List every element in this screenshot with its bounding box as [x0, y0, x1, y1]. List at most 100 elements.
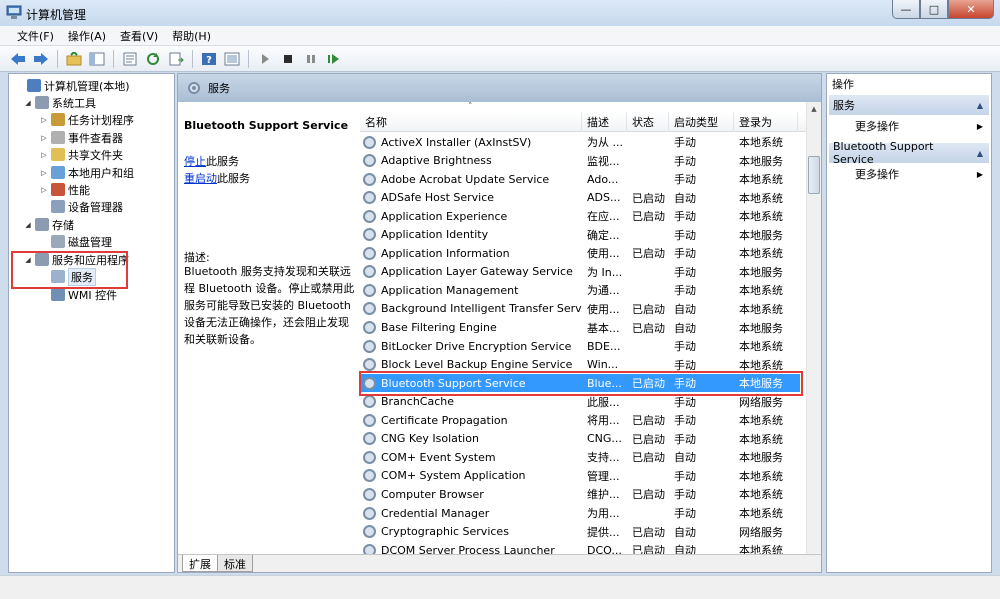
pause-service-icon[interactable]	[301, 49, 321, 69]
toolbar-separator	[192, 49, 193, 68]
up-folder-icon[interactable]	[64, 49, 84, 69]
tree-node-2[interactable]: ▷ 任务计划程序	[39, 111, 134, 128]
table-row[interactable]: Credential Manager 为用... 手动 本地系统	[360, 504, 800, 522]
table-row[interactable]: Bluetooth Support Service Blue... 已启动 手动 本地服…	[360, 374, 800, 393]
properties-icon[interactable]	[120, 49, 140, 69]
expander-icon[interactable]: ▷	[39, 186, 49, 194]
table-row[interactable]: Application Experience 在应... 已启动 手动 本地系统	[360, 207, 800, 225]
actions-section-bluetooth[interactable]: Bluetooth Support Service ▲	[829, 140, 989, 166]
table-row[interactable]: Block Level Backup Engine Service Win... 手…	[360, 356, 800, 374]
menu-help[interactable]: 帮助(H)	[165, 28, 218, 44]
more-actions-bluetooth[interactable]: 更多操作 ▶	[855, 165, 989, 183]
export-list-icon[interactable]	[166, 49, 186, 69]
table-row[interactable]: Adaptive Brightness 监视... 手动 本地服务	[360, 152, 800, 170]
column-header-2[interactable]: 状态	[627, 112, 669, 132]
service-gear-icon	[363, 395, 376, 409]
table-row[interactable]: Background Intelligent Transfer Serv... 使…	[360, 300, 800, 318]
expander-icon[interactable]: ◢	[23, 221, 33, 229]
restart-service-icon[interactable]	[324, 49, 344, 69]
scrollbar-thumb[interactable]	[808, 156, 820, 194]
table-row[interactable]: Cryptographic Services 提供... 已启动 自动 网络服务	[360, 523, 800, 541]
table-row[interactable]: Application Identity 确定... 手动 本地服务	[360, 226, 800, 244]
back-icon[interactable]	[8, 49, 28, 69]
expander-icon[interactable]: ▷	[39, 116, 49, 124]
cell-log-on-as: 本地系统	[739, 210, 783, 224]
tree-node-1[interactable]: ◢ 系统工具	[23, 94, 96, 111]
help-icon[interactable]: ?	[199, 49, 219, 69]
refresh-icon[interactable]	[143, 49, 163, 69]
cell-startup-type: 手动	[674, 507, 696, 520]
tree-node-9[interactable]: 磁盘管理	[39, 233, 112, 250]
stop-service-link[interactable]: 停止	[184, 155, 206, 168]
cell-startup-type: 自动	[674, 451, 696, 465]
table-row[interactable]: ADSafe Host Service ADS... 已启动 自动 本地系统	[360, 189, 800, 207]
column-header-4[interactable]: 登录为	[734, 112, 798, 132]
menu-file[interactable]: 文件(F)	[10, 28, 61, 44]
tree-node-label: 磁盘管理	[68, 235, 112, 249]
service-gear-icon	[363, 432, 376, 446]
table-row[interactable]: ActiveX Installer (AxInstSV) 为从 ... 手动 本地系统	[360, 133, 800, 151]
table-row[interactable]: COM+ System Application 管理... 手动 本地系统	[360, 467, 800, 485]
table-row[interactable]: DCOM Server Process Launcher DCO... 已启动 自动 本…	[360, 541, 800, 554]
cell-description: 为从 ...	[587, 136, 623, 149]
restart-service-link[interactable]: 重启动	[184, 172, 217, 185]
console-tree-icon[interactable]	[222, 49, 242, 69]
scroll-up-icon[interactable]: ▲	[807, 102, 821, 117]
table-row[interactable]: Base Filtering Engine 基本... 已启动 自动 本地服务	[360, 319, 800, 337]
table-row[interactable]: Certificate Propagation 将用... 已启动 手动 本地系统	[360, 411, 800, 429]
table-row[interactable]: Computer Browser 维护... 已启动 手动 本地系统	[360, 485, 800, 503]
close-button[interactable]: ✕	[948, 0, 994, 19]
minimize-button[interactable]: —	[892, 0, 920, 19]
list-header: 名称 描述 状态 启动类型 登录为	[360, 112, 806, 132]
menu-action[interactable]: 操作(A)	[61, 28, 113, 44]
cell-description: 此服...	[587, 395, 620, 409]
collapse-icon[interactable]: ▲	[977, 101, 983, 110]
table-row[interactable]: Adobe Acrobat Update Service Ado... 手动 本地系统	[360, 170, 800, 188]
tree-node-0[interactable]: 计算机管理(本地)	[15, 77, 130, 94]
tree-node-5[interactable]: ▷ 本地用户和组	[39, 164, 134, 181]
service-gear-icon	[363, 321, 376, 334]
tree-node-12[interactable]: WMI 控件	[39, 286, 117, 303]
forward-icon[interactable]	[31, 49, 51, 69]
tree-node-10[interactable]: ◢ 服务和应用程序	[23, 251, 129, 268]
expander-icon[interactable]: ◢	[23, 99, 33, 107]
menu-view[interactable]: 查看(V)	[113, 28, 165, 44]
more-actions-services[interactable]: 更多操作 ▶	[855, 117, 989, 135]
expander-icon[interactable]: ▷	[39, 169, 49, 177]
service-gear-icon	[363, 246, 376, 260]
tree-node-6[interactable]: ▷ 性能	[39, 181, 90, 198]
table-row[interactable]: Application Management 为通... 手动 本地系统	[360, 281, 800, 299]
expander-icon[interactable]: ◢	[23, 256, 33, 264]
table-row[interactable]: BitLocker Drive Encryption Service BDE...…	[360, 337, 800, 355]
expander-icon[interactable]: ▷	[39, 134, 49, 142]
maximize-button[interactable]: □	[920, 0, 948, 19]
tab-extended[interactable]: 扩展	[182, 555, 218, 572]
tree-node-3[interactable]: ▷ 事件查看器	[39, 129, 123, 146]
start-service-icon[interactable]	[255, 49, 275, 69]
disk-icon	[51, 235, 65, 248]
column-header-3[interactable]: 启动类型	[669, 112, 734, 132]
collapse-icon[interactable]: ▲	[977, 149, 983, 158]
table-row[interactable]: Application Information 使用... 已启动 手动 本地系统	[360, 244, 800, 262]
cell-startup-type: 手动	[674, 377, 696, 391]
tree-node-11[interactable]: 服务	[39, 267, 96, 286]
tab-standard[interactable]: 标准	[217, 555, 253, 572]
expander-icon[interactable]: ▷	[39, 151, 49, 159]
column-header-1[interactable]: 描述	[582, 112, 627, 132]
stop-service-suffix: 此服务	[206, 155, 239, 168]
vertical-scrollbar[interactable]: ▲	[806, 102, 821, 554]
table-row[interactable]: COM+ Event System 支持... 已启动 自动 本地服务	[360, 448, 800, 466]
tree-node-8[interactable]: ◢ 存储	[23, 216, 74, 233]
column-header-0[interactable]: 名称	[360, 112, 582, 132]
actions-section-services[interactable]: 服务 ▲	[829, 95, 989, 115]
table-row[interactable]: CNG Key Isolation CNG... 已启动 手动 本地系统	[360, 430, 800, 448]
tree-node-7[interactable]: 设备管理器	[39, 198, 123, 215]
stop-service-icon[interactable]	[278, 49, 298, 69]
show-hide-tree-icon[interactable]	[87, 49, 107, 69]
table-row[interactable]: Application Layer Gateway Service 为 In...…	[360, 263, 800, 281]
cell-log-on-as: 网络服务	[739, 395, 783, 409]
tree-node-4[interactable]: ▷ 共享文件夹	[39, 146, 123, 163]
service-gear-icon	[363, 191, 376, 205]
table-row[interactable]: BranchCache 此服... 手动 网络服务	[360, 393, 800, 411]
cell-startup-type: 手动	[674, 210, 696, 224]
